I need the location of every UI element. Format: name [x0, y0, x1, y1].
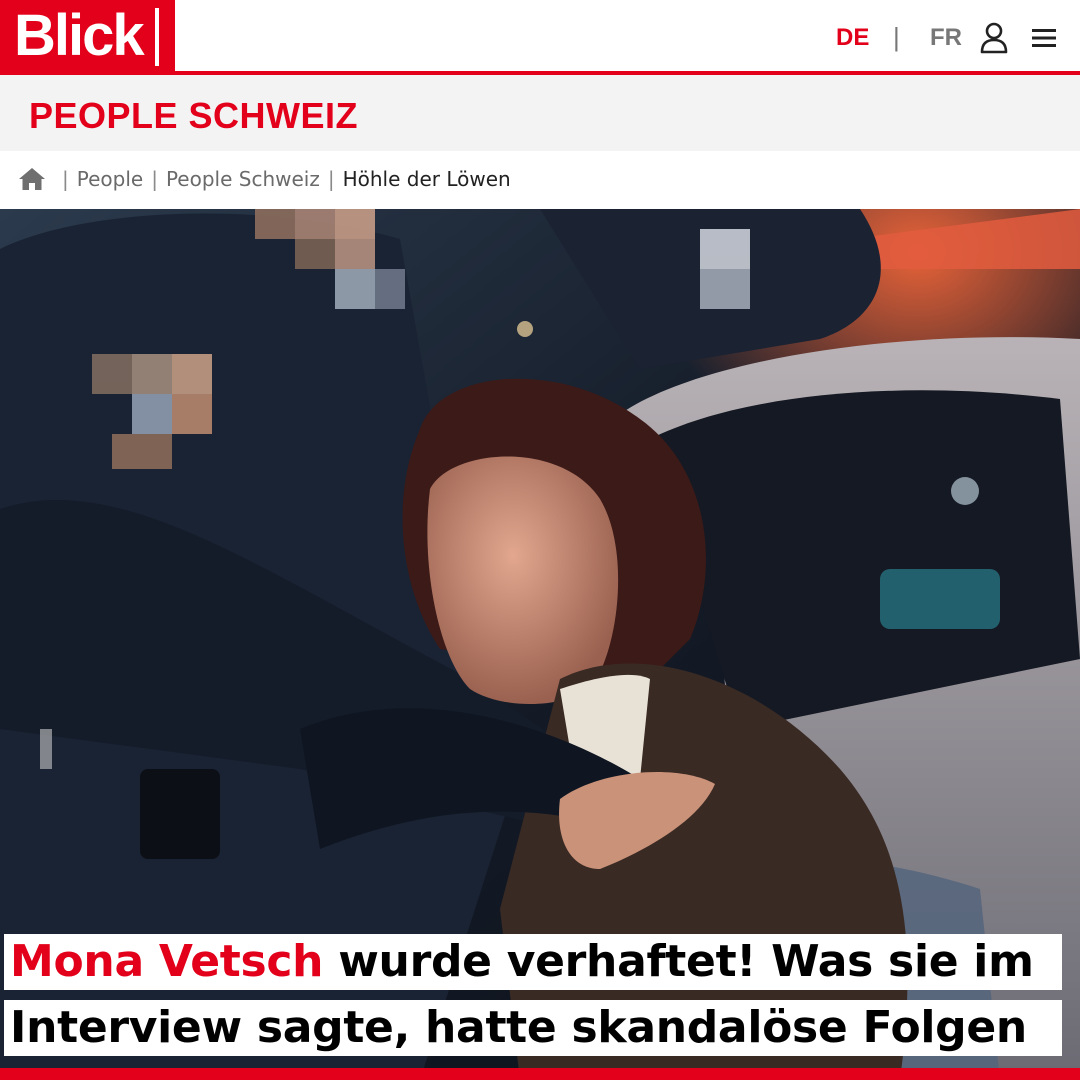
logo-text: Blick	[14, 3, 145, 68]
breadcrumb-separator: |	[327, 167, 335, 191]
bottom-red-rule	[0, 1068, 1080, 1080]
logo-divider	[155, 8, 159, 66]
headline-highlight: Mona Vetsch	[10, 936, 324, 987]
section-title[interactable]: PEOPLE SCHWEIZ	[29, 96, 358, 136]
breadcrumb-item-people-schweiz[interactable]: People Schweiz	[166, 167, 320, 191]
breadcrumb: | People | People Schweiz | Höhle der Lö…	[18, 164, 511, 194]
menu-icon[interactable]	[1031, 27, 1057, 49]
headline-line-1: Mona Vetsch wurde verhaftet! Was sie im	[4, 934, 1062, 990]
user-icon[interactable]	[979, 22, 1009, 54]
breadcrumb-item-people[interactable]: People	[77, 167, 143, 191]
headline-line-1-text: wurde verhaftet! Was sie im	[323, 936, 1034, 987]
breadcrumb-separator: |	[151, 167, 158, 191]
breadcrumb-item-current: Höhle der Löwen	[342, 167, 511, 191]
site-header: Blick DE | FR	[0, 0, 1080, 72]
language-de-link[interactable]: DE	[836, 24, 869, 52]
blick-logo[interactable]: Blick	[0, 0, 175, 72]
breadcrumb-separator: |	[62, 167, 69, 191]
language-separator: |	[893, 22, 900, 52]
language-fr-link[interactable]: FR	[930, 24, 962, 52]
headline-line-2: Interview sagte, hatte skandalöse Folgen	[4, 1000, 1062, 1056]
home-icon[interactable]	[18, 166, 46, 192]
